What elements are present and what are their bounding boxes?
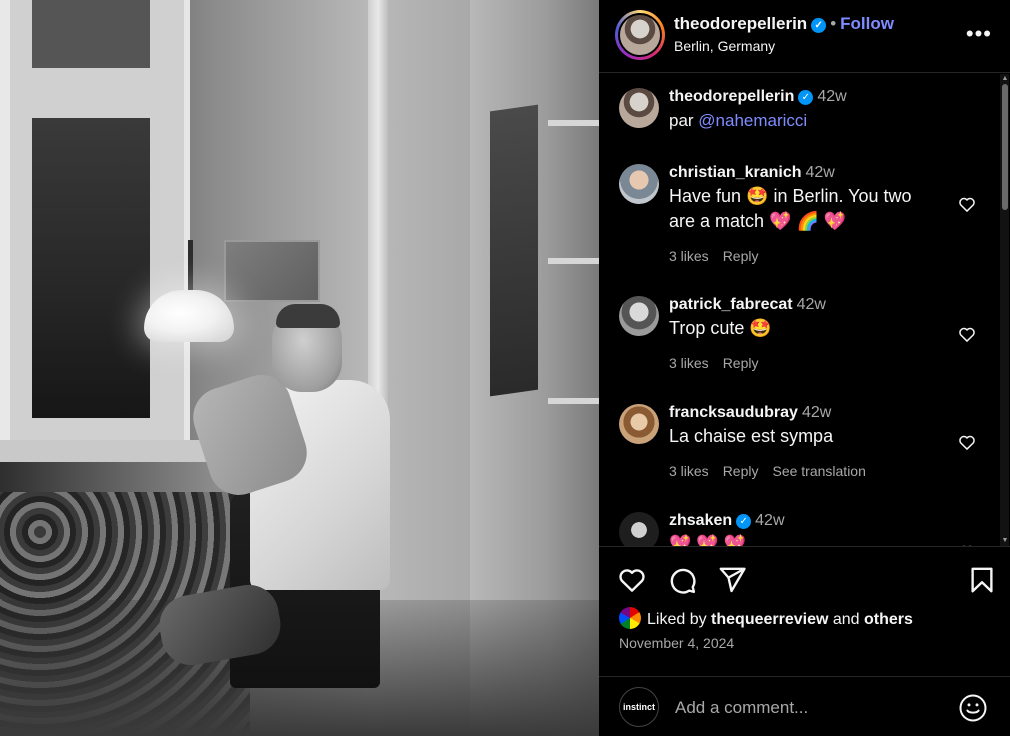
- share-icon[interactable]: [717, 565, 747, 595]
- scroll-up-icon[interactable]: ▲: [1001, 75, 1009, 83]
- post-header: theodorepellerin ✓ • Follow Berlin, Germany…: [599, 0, 1010, 73]
- caption-time[interactable]: 42w: [817, 88, 846, 105]
- comments-list[interactable]: theodorepellerin ✓ 42w par @nahemaricci ch…: [599, 74, 999, 546]
- comment-time: 42w: [755, 512, 785, 529]
- comment-heart-icon[interactable]: [957, 324, 977, 344]
- comment-header: patrick_fabrecat 42w: [669, 296, 959, 314]
- comment-icon[interactable]: [667, 565, 697, 595]
- photo-window-pane: [32, 118, 150, 418]
- photo-lamp: [144, 290, 234, 342]
- photo-wall-picture: [224, 240, 320, 302]
- photo-window-pane: [32, 0, 150, 68]
- add-comment-bar: instinct: [599, 676, 1010, 736]
- liked-by-prefix: Liked by: [647, 611, 712, 628]
- comment-text-line: Have fun 🤩 in Berlin. You two: [669, 186, 912, 206]
- photo-poster: [490, 104, 538, 397]
- comment-likes[interactable]: 3 likes: [669, 463, 709, 479]
- header-username-row: theodorepellerin ✓ • Follow: [674, 14, 894, 34]
- photo-person-hair: [276, 304, 340, 328]
- liked-by-others[interactable]: others: [864, 611, 913, 628]
- comment-heart-icon[interactable]: [957, 194, 977, 214]
- comment-text: La chaise est sympa: [669, 426, 834, 446]
- comment-username[interactable]: patrick_fabrecat: [669, 296, 793, 313]
- avatar[interactable]: [615, 10, 665, 60]
- comment-text: 💖 💖 💖: [669, 534, 747, 546]
- comment-header: christian_kranich 42w: [669, 164, 959, 182]
- verified-icon: ✓: [798, 90, 814, 105]
- header-location[interactable]: Berlin, Germany: [674, 38, 775, 54]
- caption-mention[interactable]: @nahemaricci: [698, 111, 807, 130]
- photo-window-frame: [0, 0, 10, 440]
- comment-meta: 3 likes Reply: [669, 355, 959, 371]
- comment-header: zhsaken ✓ 42w: [669, 512, 959, 530]
- caption-body: theodorepellerin ✓ 42w par @nahemaricci: [669, 88, 959, 133]
- comment-meta: 3 likes Reply: [669, 248, 959, 264]
- see-translation-button[interactable]: See translation: [772, 463, 865, 479]
- reply-button[interactable]: Reply: [723, 463, 759, 479]
- reply-button[interactable]: Reply: [723, 248, 759, 264]
- photo-window: [0, 0, 190, 440]
- comment-input[interactable]: [675, 696, 945, 720]
- post-photo[interactable]: [0, 0, 599, 736]
- scroll-thumb[interactable]: [1002, 84, 1008, 210]
- comments-scrollbar[interactable]: ▲ ▼: [1000, 74, 1009, 546]
- photo-shelf: [548, 258, 599, 264]
- comment-username[interactable]: christian_kranich: [669, 164, 802, 181]
- caption-header: theodorepellerin ✓ 42w: [669, 88, 959, 106]
- liked-by: Liked by thequeerreview and others: [619, 607, 913, 629]
- caption-avatar[interactable]: [619, 88, 659, 128]
- comment-avatar[interactable]: [619, 404, 659, 444]
- comment-body: christian_kranich 42w Have fun 🤩 in Berli…: [669, 164, 959, 264]
- more-options-icon[interactable]: •••: [966, 23, 992, 45]
- comment-text: Trop cute 🤩: [669, 318, 772, 338]
- comment-username[interactable]: zhsaken: [669, 512, 732, 529]
- comment-avatar[interactable]: [619, 512, 659, 546]
- follow-button[interactable]: Follow: [840, 14, 894, 33]
- liked-by-middle: and: [828, 611, 865, 628]
- avatar-image: [618, 13, 662, 57]
- post-date[interactable]: November 4, 2024: [619, 635, 734, 651]
- emoji-icon[interactable]: [958, 693, 988, 723]
- photo-lamp-cord: [188, 240, 193, 292]
- bookmark-icon[interactable]: [967, 565, 997, 595]
- header-separator: •: [830, 14, 837, 33]
- comment-body: zhsaken ✓ 42w 💖 💖 💖: [669, 512, 959, 546]
- photo-shelf: [548, 120, 599, 126]
- verified-icon: ✓: [811, 18, 827, 33]
- comment-body: patrick_fabrecat 42w Trop cute 🤩 3 likes R…: [669, 296, 959, 371]
- comment-username[interactable]: francksaudubray: [669, 404, 798, 421]
- comment-heart-icon[interactable]: [957, 432, 977, 452]
- caption-text: par @nahemaricci: [669, 108, 959, 133]
- caption-prefix: par: [669, 111, 699, 130]
- comment-text-line: are a match 💖 🌈 💖: [669, 211, 847, 231]
- header-username[interactable]: theodorepellerin: [674, 14, 807, 33]
- comment-time: 42w: [796, 296, 826, 313]
- verified-icon: ✓: [736, 514, 752, 529]
- liked-by-user[interactable]: thequeerreview: [711, 611, 828, 628]
- reply-button[interactable]: Reply: [723, 355, 759, 371]
- comment-meta: 3 likes Reply See translation: [669, 463, 959, 479]
- comment-time: 42w: [801, 404, 832, 421]
- comment-avatar[interactable]: [619, 164, 659, 204]
- scroll-down-icon[interactable]: ▼: [1001, 537, 1009, 545]
- post-actions: Liked by thequeerreview and others Novem…: [599, 546, 1010, 666]
- photo-shelf: [548, 398, 599, 404]
- comment-body: francksaudubray 42w La chaise est sympa 3…: [669, 404, 959, 479]
- comment-likes[interactable]: 3 likes: [669, 248, 709, 264]
- current-user-avatar[interactable]: instinct: [619, 687, 659, 727]
- comment-likes[interactable]: 3 likes: [669, 355, 709, 371]
- caption-username[interactable]: theodorepellerin: [669, 88, 794, 105]
- heart-icon[interactable]: [617, 565, 647, 595]
- comment-avatar[interactable]: [619, 296, 659, 336]
- comment-time: 42w: [805, 164, 835, 181]
- comment-header: francksaudubray 42w: [669, 404, 959, 422]
- comment-text: Have fun 🤩 in Berlin. You two are a match…: [669, 184, 959, 234]
- liker-avatar[interactable]: [619, 607, 641, 629]
- post-side-panel: theodorepellerin ✓ • Follow Berlin, Germany…: [599, 0, 1010, 736]
